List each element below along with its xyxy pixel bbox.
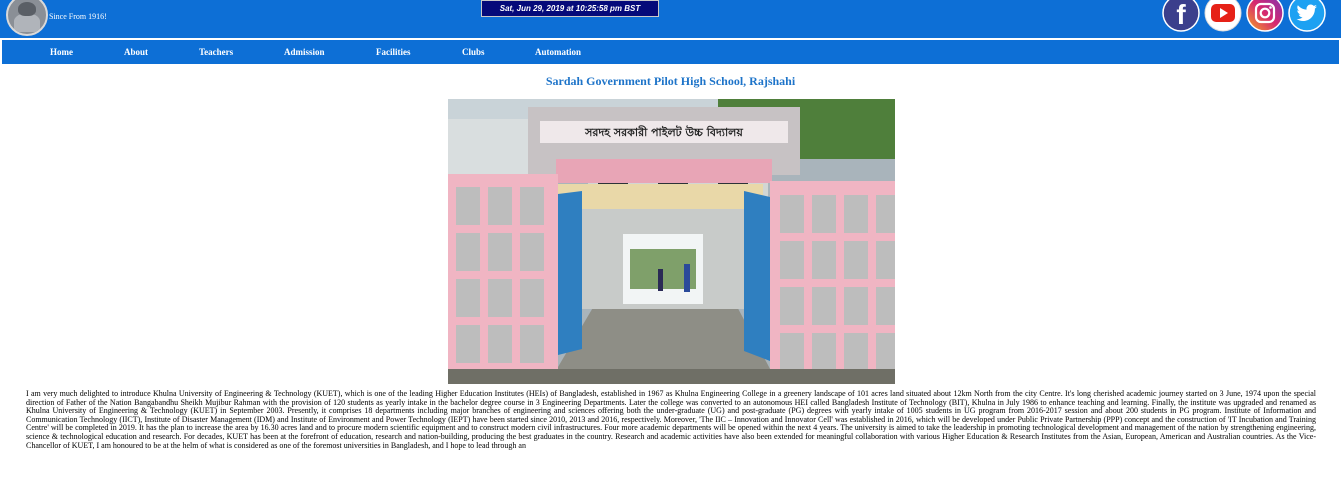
twitter-icon — [1288, 0, 1326, 32]
main-nav: Home About Teachers Admission Facilities… — [2, 40, 1339, 64]
nav-teachers[interactable]: Teachers — [199, 40, 233, 64]
gate-sign-text: সরদহ সরকারী পাইলট উচ্চ বিদ্যালয় — [584, 125, 743, 139]
nav-facilities[interactable]: Facilities — [376, 40, 411, 64]
instagram-link[interactable] — [1246, 0, 1284, 32]
nav-about[interactable]: About — [124, 40, 148, 64]
youtube-icon — [1204, 0, 1242, 32]
nav-admission[interactable]: Admission — [284, 40, 325, 64]
nav-automation[interactable]: Automation — [535, 40, 581, 64]
datetime-display: Sat, Jun 29, 2019 at 10:25:58 pm BST — [481, 0, 659, 17]
youtube-link[interactable] — [1204, 0, 1242, 32]
intro-paragraph: I am very much delighted to introduce Kh… — [26, 389, 1316, 450]
svg-text:f: f — [1176, 0, 1186, 30]
instagram-icon — [1246, 0, 1284, 32]
header-bar: Since From 1916! Sat, Jun 29, 2019 at 10… — [0, 0, 1341, 38]
school-logo[interactable] — [6, 0, 48, 36]
since-text: Since From 1916! — [49, 12, 107, 21]
nav-home[interactable]: Home — [50, 40, 73, 64]
facebook-icon: f — [1162, 0, 1200, 32]
nav-clubs[interactable]: Clubs — [462, 40, 485, 64]
page-title: Sardah Government Pilot High School, Raj… — [545, 74, 796, 88]
facebook-link[interactable]: f — [1162, 0, 1200, 32]
school-gate-photo: সরদহ সরকারী পাইলট উচ্চ বিদ্যালয় — [448, 99, 895, 384]
twitter-link[interactable] — [1288, 0, 1326, 32]
